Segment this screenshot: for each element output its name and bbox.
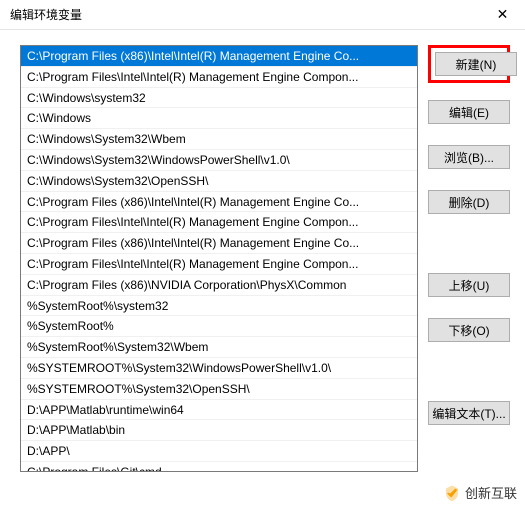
list-item[interactable]: %SystemRoot%\System32\Wbem [21, 337, 417, 358]
list-item[interactable]: %SYSTEMROOT%\System32\OpenSSH\ [21, 379, 417, 400]
list-item[interactable]: C:\Windows\System32\Wbem [21, 129, 417, 150]
list-item[interactable]: C:\Windows\system32 [21, 88, 417, 109]
list-item[interactable]: C:\Program Files\Intel\Intel(R) Manageme… [21, 212, 417, 233]
move-up-button[interactable]: 上移(U) [428, 273, 510, 297]
list-item[interactable]: C:\Program Files (x86)\Intel\Intel(R) Ma… [21, 192, 417, 213]
list-item[interactable]: C:\Program Files (x86)\Intel\Intel(R) Ma… [21, 46, 417, 67]
list-item[interactable]: C:\Program Files\Intel\Intel(R) Manageme… [21, 67, 417, 88]
list-item[interactable]: D:\APP\Matlab\runtime\win64 [21, 400, 417, 421]
edit-text-button[interactable]: 编辑文本(T)... [428, 401, 510, 425]
close-button[interactable]: ✕ [480, 0, 525, 30]
move-down-button[interactable]: 下移(O) [428, 318, 510, 342]
list-item[interactable]: D:\APP\Matlab\bin [21, 420, 417, 441]
list-item[interactable]: C:\Program Files (x86)\NVIDIA Corporatio… [21, 275, 417, 296]
list-item[interactable]: C:\Windows\System32\OpenSSH\ [21, 171, 417, 192]
watermark-text: 创新互联 [465, 483, 517, 502]
path-list[interactable]: C:\Program Files (x86)\Intel\Intel(R) Ma… [20, 45, 418, 472]
close-icon: ✕ [497, 6, 509, 23]
list-item[interactable]: %SystemRoot%\system32 [21, 296, 417, 317]
list-item[interactable]: %SYSTEMROOT%\System32\WindowsPowerShell\… [21, 358, 417, 379]
edit-button[interactable]: 编辑(E) [428, 100, 510, 124]
list-item[interactable]: D:\APP\ [21, 441, 417, 462]
watermark-icon [443, 484, 461, 502]
delete-button[interactable]: 删除(D) [428, 190, 510, 214]
new-button[interactable]: 新建(N) [435, 52, 517, 76]
titlebar: 编辑环境变量 ✕ [0, 0, 525, 30]
list-item[interactable]: C:\Windows\System32\WindowsPowerShell\v1… [21, 150, 417, 171]
watermark: 创新互联 [443, 483, 517, 502]
list-item[interactable]: %SystemRoot% [21, 316, 417, 337]
window-title: 编辑环境变量 [10, 6, 82, 23]
dialog-content: C:\Program Files (x86)\Intel\Intel(R) Ma… [0, 30, 525, 482]
list-item[interactable]: C:\Windows [21, 108, 417, 129]
list-item[interactable]: C:\Program Files\Git\cmd [21, 462, 417, 472]
list-item[interactable]: C:\Program Files (x86)\Intel\Intel(R) Ma… [21, 233, 417, 254]
highlight-annotation: 新建(N) [428, 45, 510, 83]
browse-button[interactable]: 浏览(B)... [428, 145, 510, 169]
button-column: 新建(N) 编辑(E) 浏览(B)... 删除(D) 上移(U) 下移(O) 编… [428, 45, 510, 472]
list-item[interactable]: C:\Program Files\Intel\Intel(R) Manageme… [21, 254, 417, 275]
